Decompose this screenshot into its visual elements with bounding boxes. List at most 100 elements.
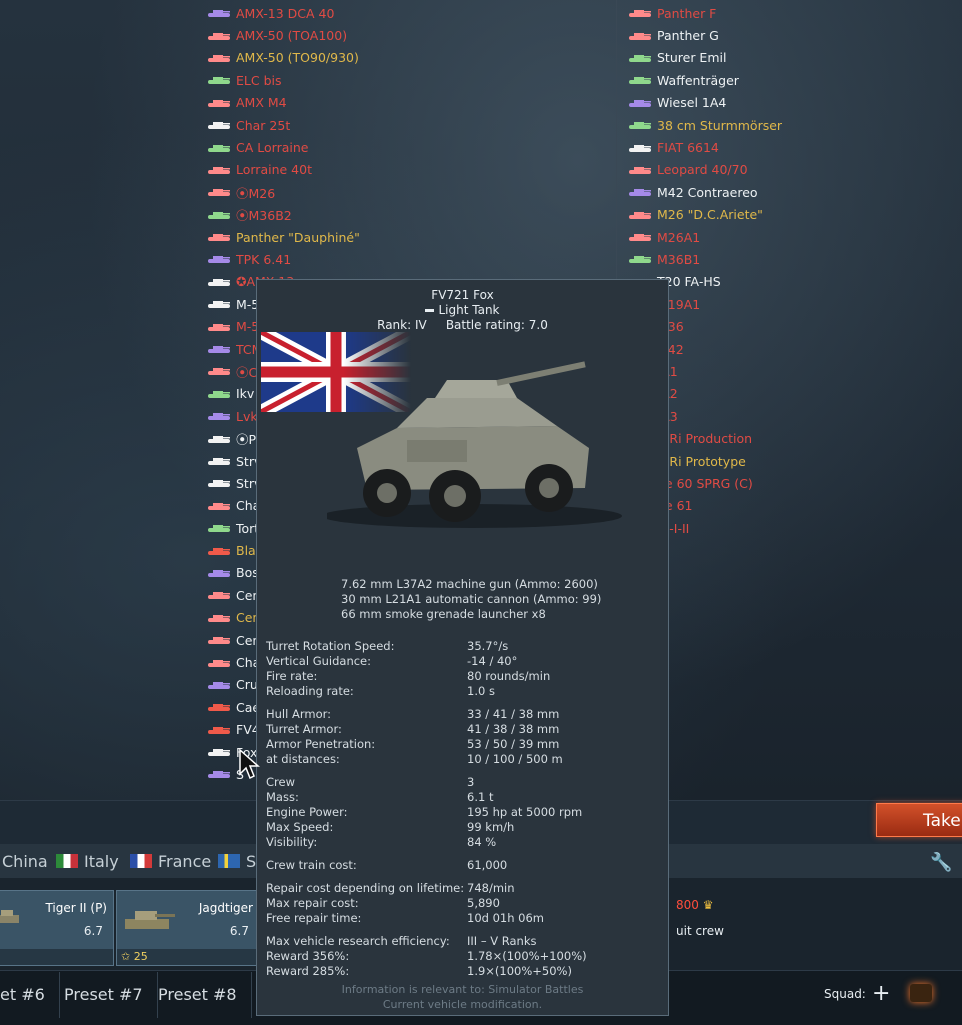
slot-footer: ✩ 25 — [117, 949, 259, 965]
unlock-price: 800 ♛ — [676, 898, 713, 912]
vehicle-class-label: Light Tank — [438, 303, 500, 317]
vehicle-type-icon — [208, 210, 230, 220]
vehicle-type-icon — [629, 254, 651, 264]
squad-label: Squad: — [824, 987, 866, 1001]
rank-value: IV — [414, 318, 427, 332]
stat-value: 61,000 — [467, 858, 508, 872]
preset-tab-8[interactable]: Preset #8 — [144, 972, 252, 1018]
weapon-line: 7.62 mm L37A2 machine gun (Ammo: 2600) — [341, 577, 598, 591]
stat-value: 33 / 41 / 38 mm — [467, 707, 560, 721]
france-flag-icon — [130, 854, 152, 868]
vehicle-type-icon — [208, 568, 230, 578]
add-squad-icon[interactable]: + — [872, 981, 890, 1006]
stat-value: 1.9×(100%+50%) — [467, 964, 572, 978]
vehicle-row[interactable]: Lorraine 40t — [208, 159, 360, 181]
vehicle-row[interactable]: ⦿M36B2 — [208, 204, 360, 226]
vehicle-type-icon — [629, 165, 651, 175]
vehicle-row[interactable]: M36B1 — [629, 248, 782, 270]
vehicle-type-icon — [629, 53, 651, 63]
stat-value: 1.0 s — [467, 684, 495, 698]
stat-label: Max vehicle research efficiency: — [266, 934, 450, 948]
nation-tab-china[interactable]: China — [2, 844, 48, 878]
vehicle-type-icon — [208, 322, 230, 332]
vehicle-row[interactable]: CA Lorraine — [208, 136, 360, 158]
vehicle-name: Leopard 40/70 — [657, 162, 748, 178]
stat-value: 84 % — [467, 835, 497, 849]
vehicle-type-icon — [208, 613, 230, 623]
vehicle-row[interactable]: Leopard 40/70 — [629, 159, 782, 181]
vehicle-name: FIAT 6614 — [657, 140, 719, 156]
vehicle-row[interactable]: M26A1 — [629, 226, 782, 248]
vehicle-row[interactable]: AMX M4 — [208, 92, 360, 114]
vehicle-name: ELC bis — [236, 72, 282, 88]
vehicle-row[interactable]: Waffenträger — [629, 69, 782, 91]
stat-value: 41 / 38 / 38 mm — [467, 722, 560, 736]
vehicle-name: FV721 Fox — [431, 288, 494, 302]
vehicle-type-icon — [208, 523, 230, 533]
stat-label: Reloading rate: — [266, 684, 354, 698]
vehicle-row[interactable]: Panther G — [629, 24, 782, 46]
vehicle-type-icon — [208, 277, 230, 287]
vehicle-name: M26 "D.C.Ariete" — [657, 207, 763, 223]
stat-label: Fire rate: — [266, 669, 318, 683]
vehicle-name: ⦿P — [236, 432, 257, 448]
vehicle-name: TPK 6.41 — [236, 251, 292, 267]
vehicle-type-icon — [208, 8, 230, 18]
light-tank-class-icon — [425, 309, 435, 312]
vehicle-name: M42 Contraereo — [657, 184, 758, 200]
stat-value: 195 hp at 5000 rpm — [467, 805, 583, 819]
stat-value: 99 km/h — [467, 820, 515, 834]
vehicle-row[interactable]: Panther F — [629, 2, 782, 24]
vehicle-type-icon — [208, 478, 230, 488]
stat-label: Repair cost depending on lifetime: — [266, 881, 465, 895]
vehicle-type-icon — [208, 366, 230, 376]
nation-tab-france[interactable]: France — [130, 844, 211, 878]
slot-vehicle-name: Tiger II (P) — [45, 901, 107, 915]
vehicle-name: o-Ri Production — [657, 431, 753, 447]
stat-value: 35.7°/s — [467, 639, 509, 653]
vehicle-name: AMX-50 (TOA100) — [236, 28, 348, 44]
vehicle-row[interactable]: Sturer Emil — [629, 47, 782, 69]
vehicle-type-icon — [208, 456, 230, 466]
crew-slot[interactable]: Tiger II (P) 6.7 — [0, 890, 114, 966]
vehicle-type-icon — [208, 747, 230, 757]
vehicle-type-icon — [208, 658, 230, 668]
vehicle-row[interactable]: AMX-13 DCA 40 — [208, 2, 360, 24]
vehicle-name: Waffenträger — [657, 72, 739, 88]
stat-label: Hull Armor: — [266, 707, 332, 721]
crew-slot[interactable]: Jagdtiger 6.7 ✩ 25 — [116, 890, 260, 966]
vehicle-row[interactable]: 38 cm Sturmmörser — [629, 114, 782, 136]
vehicle-row[interactable]: Wiesel 1A4 — [629, 92, 782, 114]
list-view-icon[interactable] — [910, 984, 932, 1002]
vehicle-row[interactable]: ELC bis — [208, 69, 360, 91]
nation-label: China — [2, 851, 48, 871]
vehicle-name: Ikv — [236, 386, 255, 402]
stat-value: 3 — [467, 775, 475, 789]
vehicle-row[interactable]: FIAT 6614 — [629, 136, 782, 158]
take-button[interactable]: Take — [876, 803, 962, 837]
wrench-icon[interactable]: 🔧 — [930, 852, 952, 873]
vehicle-name: ⦿M26 — [236, 185, 276, 201]
vehicle-type-icon — [208, 232, 230, 242]
vehicle-row[interactable]: Panther "Dauphiné" — [208, 226, 360, 248]
vehicle-row[interactable]: AMX-50 (TOA100) — [208, 24, 360, 46]
vehicle-row[interactable]: M42 Contraereo — [629, 181, 782, 203]
vehicle-name: pe 60 SPRG (C) — [657, 475, 753, 491]
vehicle-name: AMX-13 DCA 40 — [236, 5, 335, 21]
crew-label: uit crew — [676, 924, 724, 938]
vehicle-row[interactable]: AMX-50 (TO90/930) — [208, 47, 360, 69]
vehicle-type-icon — [629, 210, 651, 220]
vehicle-row[interactable]: Char 25t — [208, 114, 360, 136]
preset-tab-7[interactable]: Preset #7 — [50, 972, 158, 1018]
vehicle-row[interactable]: TPK 6.41 — [208, 248, 360, 270]
vehicle-row[interactable]: ⦿M26 — [208, 181, 360, 203]
weapon-line: 30 mm L21A1 automatic cannon (Ammo: 99) — [341, 592, 602, 606]
nation-tab-italy[interactable]: Italy — [56, 844, 119, 878]
slot-vehicle-name: Jagdtiger — [198, 901, 253, 915]
vehicle-row[interactable]: M26 "D.C.Ariete" — [629, 204, 782, 226]
vehicle-type-icon — [208, 254, 230, 264]
vehicle-name: Sturer Emil — [657, 50, 727, 66]
vehicle-name: AMX-50 (TO90/930) — [236, 50, 359, 66]
vehicle-type-icon — [208, 680, 230, 690]
slot-footer — [0, 949, 113, 965]
